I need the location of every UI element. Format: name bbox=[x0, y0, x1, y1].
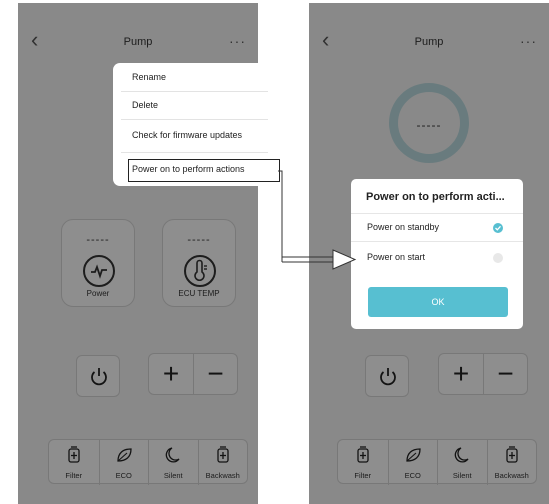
stage: ‹ Pump ··· ----- Power ----- ECU TEMP + … bbox=[0, 0, 549, 504]
transition-arrow bbox=[278, 170, 357, 270]
